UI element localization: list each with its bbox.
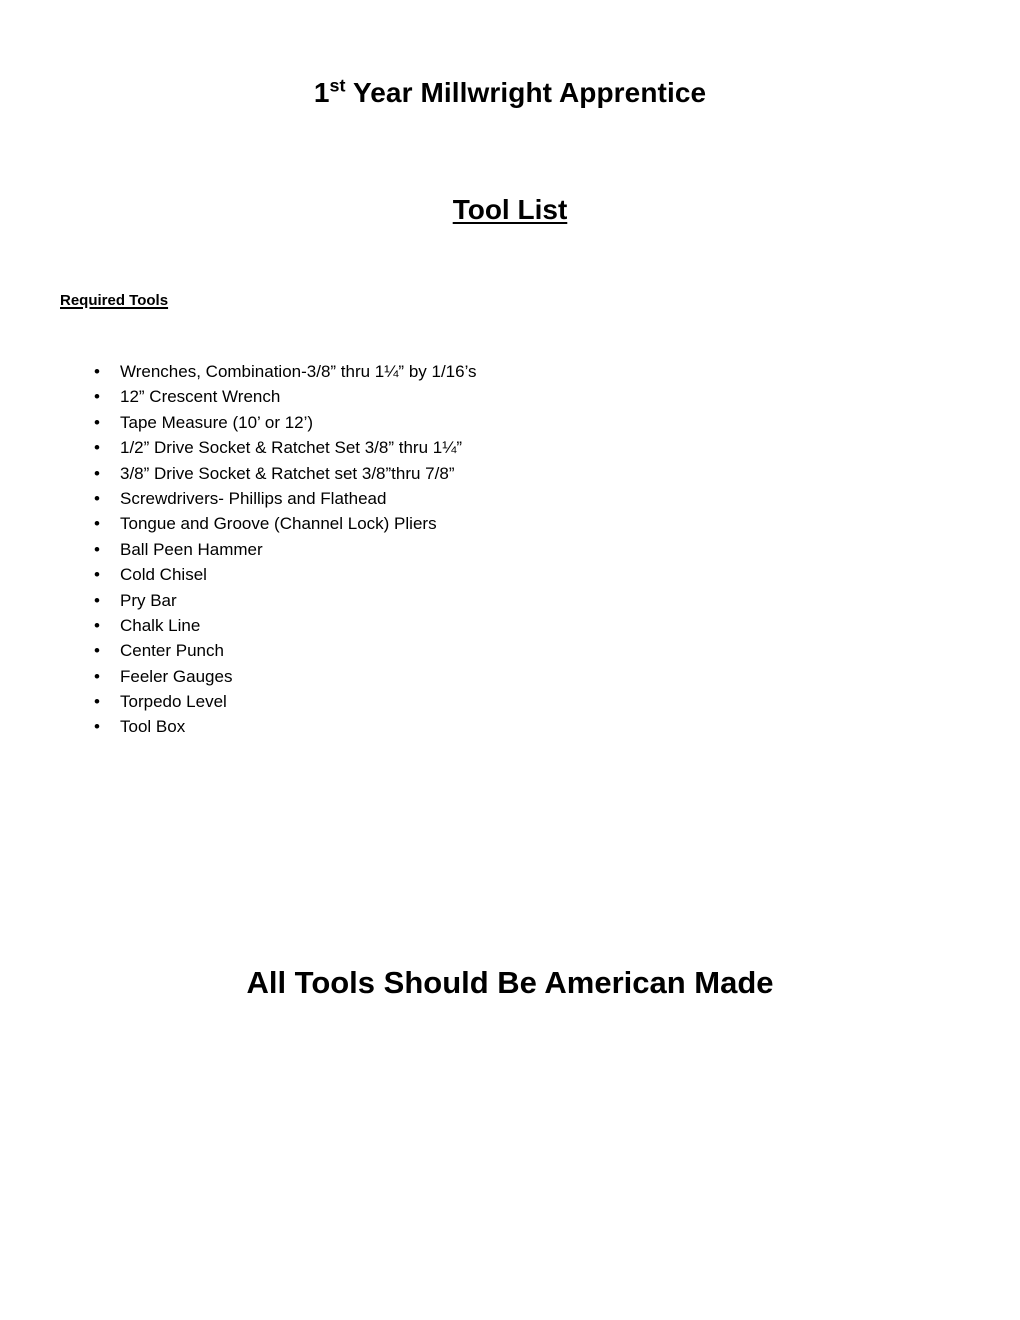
list-item: • Center Punch bbox=[0, 638, 477, 663]
bullet-icon: • bbox=[94, 387, 100, 407]
tool-list: • Wrenches, Combination-3/8” thru 1¼” by … bbox=[0, 359, 477, 740]
list-item: • Tool Box bbox=[0, 714, 477, 739]
bullet-icon: • bbox=[94, 590, 100, 610]
section-heading: Tool List bbox=[0, 193, 1020, 227]
bullet-icon: • bbox=[94, 362, 100, 381]
page-title-number: 1 bbox=[313, 76, 330, 108]
list-item-label: Chalk Line bbox=[120, 615, 201, 635]
list-item-label: Tongue and Groove (Channel Lock) Pliers bbox=[120, 514, 437, 534]
list-item: • Tape Measure (10’ or 12’) bbox=[0, 410, 477, 435]
list-item-label: 12” Crescent Wrench bbox=[120, 387, 281, 407]
list-item-label: Screwdrivers- Phillips and Flathead bbox=[120, 488, 387, 508]
page-title-rest: Year Millwright Apprentice bbox=[345, 76, 707, 108]
list-item: • Wrenches, Combination-3/8” thru 1¼” by … bbox=[0, 359, 477, 384]
bullet-icon: • bbox=[94, 641, 100, 661]
document-page: 1st Year Millwright Apprentice Tool List… bbox=[0, 0, 1020, 1320]
bullet-icon: • bbox=[94, 438, 100, 458]
page-title-ordinal-suffix: st bbox=[329, 75, 346, 96]
closing-statement: All Tools Should Be American Made bbox=[246, 965, 774, 1000]
list-item: • Screwdrivers- Phillips and Flathead bbox=[0, 486, 477, 511]
bullet-icon: • bbox=[94, 717, 100, 737]
bullet-icon: • bbox=[94, 692, 100, 712]
list-item: • Tongue and Groove (Channel Lock) Pliers bbox=[0, 511, 477, 536]
list-item-label: Wrenches, Combination-3/8” thru 1¼” by 1… bbox=[120, 362, 477, 381]
section-heading-text: Tool List bbox=[452, 194, 568, 226]
bullet-icon: • bbox=[94, 488, 100, 508]
list-item-label: Cold Chisel bbox=[120, 565, 207, 585]
list-item-label: Center Punch bbox=[120, 641, 224, 661]
list-item: • 1/2” Drive Socket & Ratchet Set 3/8” th… bbox=[0, 435, 477, 460]
list-item-label: Ball Peen Hammer bbox=[120, 539, 263, 559]
list-item-label: 1/2” Drive Socket & Ratchet Set 3/8” thr… bbox=[120, 438, 463, 458]
sub-heading-text: Required Tools bbox=[60, 292, 169, 309]
list-item-label: Tape Measure (10’ or 12’) bbox=[120, 412, 314, 432]
bullet-icon: • bbox=[94, 565, 100, 585]
list-item: • Ball Peen Hammer bbox=[0, 537, 477, 562]
list-item-label: Pry Bar bbox=[120, 590, 177, 610]
list-item-label: 3/8” Drive Socket & Ratchet set 3/8”thru… bbox=[120, 463, 455, 483]
list-item: • 12” Crescent Wrench bbox=[0, 384, 477, 409]
bullet-icon: • bbox=[94, 666, 100, 686]
page-title: 1st Year Millwright Apprentice bbox=[0, 76, 1020, 110]
list-item: • Chalk Line bbox=[0, 613, 477, 638]
bullet-icon: • bbox=[94, 412, 100, 432]
list-item-label: Feeler Gauges bbox=[120, 666, 233, 686]
list-item: • Torpedo Level bbox=[0, 689, 477, 714]
list-item: • 3/8” Drive Socket & Ratchet set 3/8”thr… bbox=[0, 461, 477, 486]
list-item: • Cold Chisel bbox=[0, 562, 477, 587]
sub-heading-required-tools: Required Tools bbox=[60, 291, 168, 311]
bullet-icon: • bbox=[94, 539, 100, 559]
list-item: • Feeler Gauges bbox=[0, 664, 477, 689]
bullet-icon: • bbox=[94, 463, 100, 483]
list-item-label: Torpedo Level bbox=[120, 692, 227, 712]
list-item-label: Tool Box bbox=[120, 717, 186, 737]
list-item: • Pry Bar bbox=[0, 588, 477, 613]
bullet-icon: • bbox=[94, 514, 100, 534]
bullet-icon: • bbox=[94, 615, 100, 635]
